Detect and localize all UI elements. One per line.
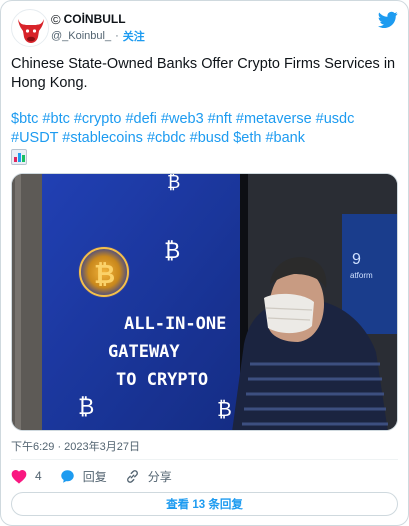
tweet-header: © COİNBULL @_Koinbul_ · 关注	[11, 9, 398, 47]
tweet-hashtags: $btc #btc #crypto #defi #web3 #nft #meta…	[11, 110, 400, 148]
reply-label: 回复	[82, 469, 107, 484]
btc-symbol-3: ₿	[78, 395, 94, 420]
author-display-name: COİNBULL	[63, 12, 126, 26]
tweet-card: © COİNBULL @_Koinbul_ · 关注 Chinese State…	[0, 0, 409, 526]
tweet-text: Chinese State-Owned Banks Offer Crypto F…	[11, 56, 396, 91]
author-handle-row: @_Koinbul_ · 关注	[51, 28, 145, 44]
like-count: 4	[35, 469, 42, 483]
view-replies-button[interactable]: 查看 13 条回复	[11, 492, 398, 516]
bull-logo-icon	[13, 11, 48, 46]
author-info: © COİNBULL @_Koinbul_ · 关注	[51, 11, 145, 44]
reply-button[interactable]: 回复	[60, 468, 107, 485]
share-label: 分享	[147, 469, 172, 484]
heart-icon	[11, 469, 27, 484]
follow-button[interactable]: 关注	[123, 28, 145, 44]
separator-dot: ·	[115, 30, 119, 42]
btc-symbol-2: ₿	[167, 174, 180, 193]
tweet-timestamp[interactable]: 下午6:29 · 2023年3月27日	[11, 438, 140, 454]
side-sign-number: 9	[352, 251, 361, 268]
photo-image: 9 atform ₿ ₿ ₿ ₿ ₿ ALL-IN-ONE GATEWAY TO…	[12, 174, 397, 430]
copyright-symbol: ©	[51, 11, 61, 27]
divider	[11, 459, 398, 460]
author-name[interactable]: © COİNBULL	[51, 11, 145, 27]
bar-chart-emoji	[11, 149, 27, 165]
hashtags-line-1[interactable]: $btc #btc #crypto #defi #web3 #nft #meta…	[11, 110, 400, 129]
screen-line-1: ALL-IN-ONE	[124, 314, 226, 334]
like-button[interactable]: 4	[11, 469, 42, 484]
twitter-bird-icon[interactable]	[378, 11, 398, 29]
screen-line-3: TO CRYPTO	[116, 370, 208, 390]
avatar[interactable]	[11, 9, 49, 47]
bitcoin-coin-symbol: ₿	[94, 260, 115, 290]
btc-symbol-1: ₿	[164, 239, 180, 264]
hashtags-line-2[interactable]: #USDT #stablecoins #cbdc #busd $eth #ban…	[11, 129, 400, 148]
link-icon	[126, 469, 138, 483]
share-button[interactable]: 分享	[125, 468, 172, 485]
author-handle[interactable]: @_Koinbul_	[51, 30, 111, 42]
side-sign-text: atform	[350, 271, 373, 280]
tweet-photo[interactable]: 9 atform ₿ ₿ ₿ ₿ ₿ ALL-IN-ONE GATEWAY TO…	[11, 173, 398, 431]
screen-line-2: GATEWAY	[108, 342, 180, 362]
tweet-actions: 4 回复 分享	[11, 466, 190, 486]
speech-bubble-icon	[60, 469, 74, 483]
btc-symbol-4: ₿	[217, 397, 232, 421]
